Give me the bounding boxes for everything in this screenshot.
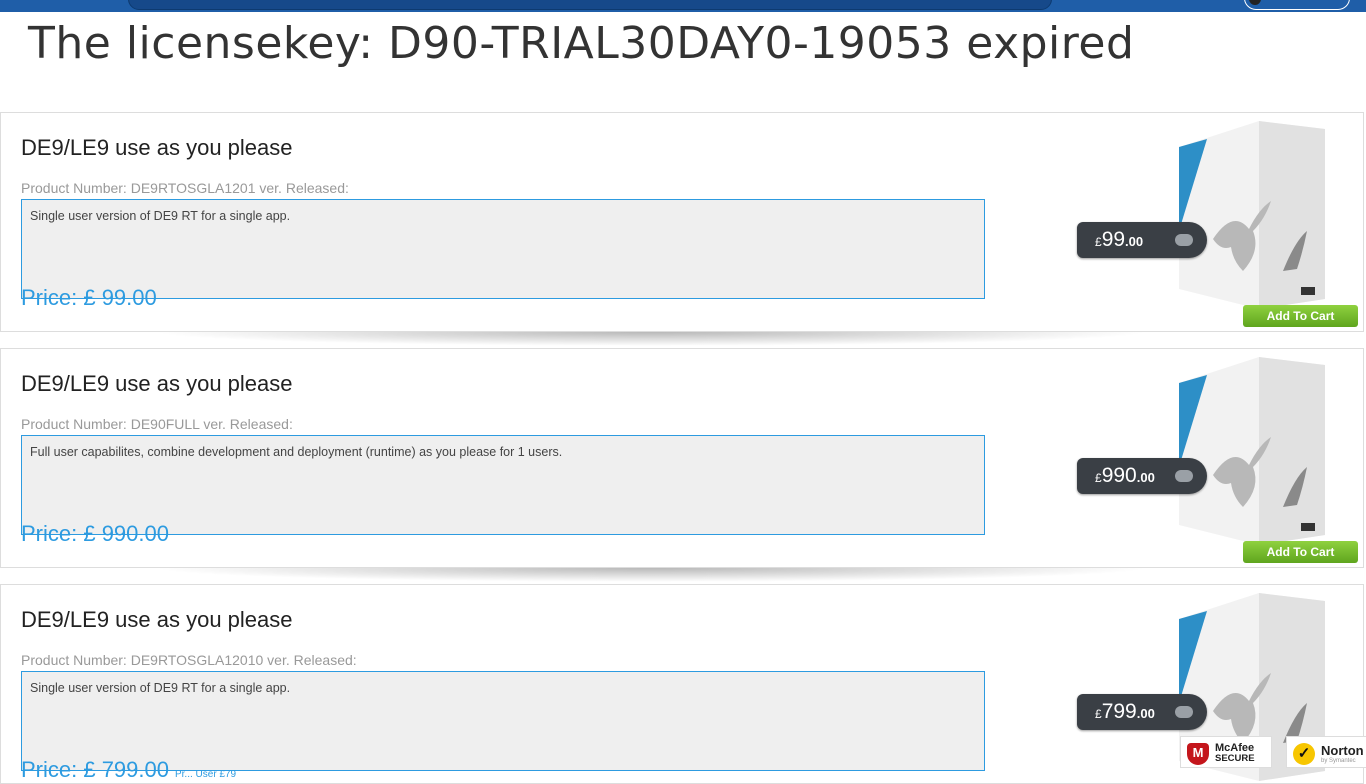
price-tag: £990.00 xyxy=(1077,458,1207,494)
add-to-cart-button[interactable]: Add To Cart xyxy=(1243,541,1358,563)
price-tag: £99.00 xyxy=(1077,222,1207,258)
norton-check-icon: ✓ xyxy=(1293,743,1315,765)
tag-decimal: .00 xyxy=(1136,706,1155,721)
norton-badge[interactable]: ✓ Norton by Symantec xyxy=(1286,736,1366,768)
tag-amount: 99 xyxy=(1101,228,1126,251)
product-title: DE9/LE9 use as you please xyxy=(21,135,293,160)
product-description-box: Full user capabilites, combine developme… xyxy=(21,435,985,535)
tag-decimal: .00 xyxy=(1125,234,1144,249)
tag-hole xyxy=(1175,234,1193,246)
tag-hole xyxy=(1175,470,1193,482)
mcafee-shield-icon: M xyxy=(1187,743,1209,765)
product-title: DE9/LE9 use as you please xyxy=(21,371,293,396)
product-card: DE9/LE9 use as you please Product Number… xyxy=(0,112,1364,346)
product-description: Full user capabilites, combine developme… xyxy=(30,445,563,459)
product-price-text: Price: £ 990.00 xyxy=(21,521,169,546)
search-bar[interactable] xyxy=(128,0,1052,10)
product-box-image xyxy=(1179,357,1325,545)
product-price: Price: £ 990.00 xyxy=(21,521,169,547)
product-number: Product Number: DE9RTOSGLA1201 ver. Rele… xyxy=(21,180,349,196)
product-price-note: Pr... User £79 xyxy=(174,769,237,780)
page-title: The licensekey: D90-TRIAL30DAY0-19053 ex… xyxy=(28,18,1135,69)
product-price: Price: £ 799.00 Pr... User £79 xyxy=(21,757,236,783)
norton-sub-label: by Symantec xyxy=(1321,758,1356,764)
add-to-cart-button[interactable]: Add To Cart xyxy=(1243,305,1358,327)
product-price-text: Price: £ 799.00 xyxy=(21,757,169,782)
product-description: Single user version of DE9 RT for a sing… xyxy=(30,681,291,695)
product-number: Product Number: DE9RTOSGLA12010 ver. Rel… xyxy=(21,652,357,668)
account-toggle[interactable] xyxy=(1244,0,1350,10)
user-icon xyxy=(1249,0,1261,5)
card-shadow xyxy=(151,332,1151,346)
mcafee-secure-label: SECURE xyxy=(1215,753,1255,764)
tag-hole xyxy=(1175,706,1193,718)
product-description: Single user version of DE9 RT for a sing… xyxy=(30,209,291,223)
product-description-box: Single user version of DE9 RT for a sing… xyxy=(21,671,985,771)
tag-currency: £ xyxy=(1095,471,1102,485)
top-nav-bar xyxy=(0,0,1366,12)
tag-amount: 799 xyxy=(1101,700,1137,723)
product-card: DE9/LE9 use as you please Product Number… xyxy=(0,584,1364,784)
norton-label: Norton xyxy=(1321,743,1364,758)
product-price-text: Price: £ 99.00 xyxy=(21,285,157,310)
mcafee-secure-badge[interactable]: M McAfee SECURE xyxy=(1180,736,1272,768)
tag-decimal: .00 xyxy=(1136,470,1155,485)
product-number: Product Number: DE90FULL ver. Released: xyxy=(21,416,293,432)
product-description-box: Single user version of DE9 RT for a sing… xyxy=(21,199,985,299)
product-box-image xyxy=(1179,121,1325,309)
price-tag: £799.00 xyxy=(1077,694,1207,730)
product-card: DE9/LE9 use as you please Product Number… xyxy=(0,348,1364,582)
product-title: DE9/LE9 use as you please xyxy=(21,607,293,632)
tag-amount: 990 xyxy=(1101,464,1137,487)
tag-currency: £ xyxy=(1095,235,1102,249)
card-shadow xyxy=(151,568,1151,582)
tag-currency: £ xyxy=(1095,707,1102,721)
product-price: Price: £ 99.00 xyxy=(21,285,157,311)
